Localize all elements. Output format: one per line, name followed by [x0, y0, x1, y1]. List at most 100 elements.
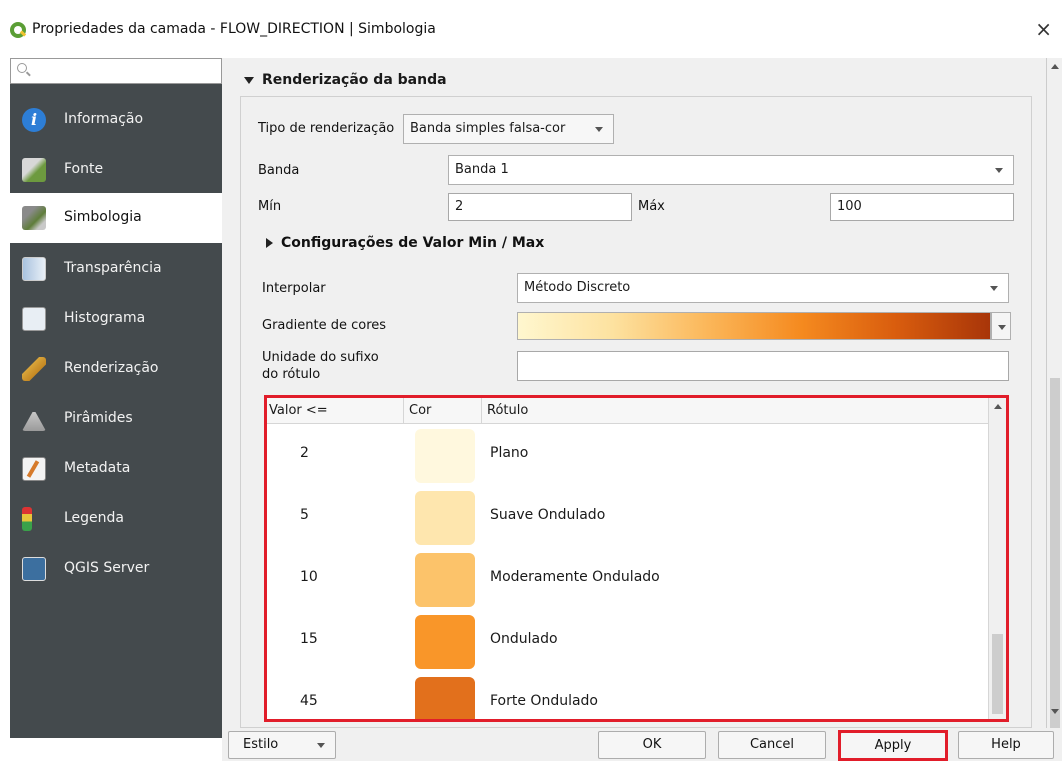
- class-label[interactable]: Forte Ondulado: [490, 693, 598, 709]
- info-icon: [22, 108, 46, 132]
- minmax-settings-header[interactable]: Configurações de Valor Min / Max: [266, 235, 544, 251]
- chevron-down-icon: [998, 325, 1006, 330]
- sidebar-item-label: Simbologia: [64, 209, 142, 225]
- chevron-down-icon: [317, 743, 325, 748]
- transparency-icon: [22, 257, 46, 281]
- help-button[interactable]: Help: [958, 731, 1054, 759]
- class-value[interactable]: 5: [300, 507, 309, 523]
- search-icon: [17, 63, 27, 73]
- sidebar-item-label: Histograma: [64, 310, 146, 326]
- render-type-select[interactable]: Banda simples falsa-cor: [403, 114, 614, 144]
- band-rendering-section-header[interactable]: Renderização da banda: [244, 72, 447, 88]
- min-input[interactable]: 2: [448, 193, 632, 221]
- style-button-label: Estilo: [243, 737, 279, 752]
- table-row[interactable]: 2 Plano: [267, 425, 988, 487]
- color-ramp-menu-button[interactable]: [991, 312, 1011, 340]
- sidebar-item-histograma[interactable]: Histograma: [10, 294, 222, 344]
- close-icon[interactable]: ×: [1035, 17, 1052, 41]
- suffix-label-line1: Unidade do sufixo: [262, 350, 379, 365]
- title-bar: Propriedades da camada - FLOW_DIRECTION …: [0, 0, 1062, 58]
- color-ramp-button[interactable]: [517, 312, 991, 340]
- column-header-label[interactable]: Rótulo: [487, 403, 528, 418]
- chevron-down-icon: [595, 127, 603, 132]
- max-label: Máx: [638, 199, 665, 214]
- sidebar-item-label: Legenda: [64, 510, 125, 526]
- class-value[interactable]: 2: [300, 445, 309, 461]
- table-row[interactable]: 15 Ondulado: [267, 611, 988, 673]
- band-select[interactable]: Banda 1: [448, 155, 1014, 185]
- color-ramp-label: Gradiente de cores: [262, 318, 387, 333]
- window-title: Propriedades da camada - FLOW_DIRECTION …: [32, 21, 436, 37]
- class-label[interactable]: Plano: [490, 445, 528, 461]
- sidebar-item-informacao[interactable]: Informação: [10, 95, 222, 145]
- sidebar-item-piramides[interactable]: Pirâmides: [10, 394, 222, 444]
- classes-table: Valor <= Cor Rótulo 2 Plano 5 Suave Ondu…: [264, 395, 1009, 722]
- chevron-down-icon: [990, 286, 998, 291]
- sidebar-item-fonte[interactable]: Fonte: [10, 145, 222, 195]
- scroll-thumb[interactable]: [992, 634, 1003, 714]
- metadata-icon: [22, 457, 46, 481]
- interpolate-select[interactable]: Método Discreto: [517, 273, 1009, 303]
- sidebar-item-label: Renderização: [64, 360, 159, 376]
- column-divider: [481, 398, 482, 424]
- sidebar-item-metadata[interactable]: Metadata: [10, 444, 222, 494]
- class-color-swatch[interactable]: [415, 615, 475, 669]
- column-header-color[interactable]: Cor: [409, 403, 431, 418]
- scroll-up-icon[interactable]: [1051, 64, 1059, 69]
- rendering-icon: [22, 357, 46, 381]
- ok-button[interactable]: OK: [598, 731, 706, 759]
- legend-icon: [22, 507, 32, 531]
- class-label[interactable]: Ondulado: [490, 631, 558, 647]
- band-value: Banda 1: [455, 162, 509, 177]
- max-input[interactable]: 100: [830, 193, 1014, 221]
- min-label: Mín: [258, 199, 282, 214]
- sidebar-item-label: Fonte: [64, 161, 104, 177]
- pyramids-icon: [22, 409, 46, 431]
- sidebar-item-label: Pirâmides: [64, 410, 133, 426]
- collapse-arrow-icon: [244, 76, 254, 84]
- sidebar-item-label: Informação: [64, 111, 144, 127]
- scroll-up-icon[interactable]: [994, 404, 1002, 409]
- class-value[interactable]: 10: [300, 569, 318, 585]
- sidebar-item-label: QGIS Server: [64, 560, 150, 576]
- style-button[interactable]: Estilo: [228, 731, 336, 759]
- suffix-label-line2: do rótulo: [262, 367, 321, 382]
- class-value[interactable]: 45: [300, 693, 318, 709]
- table-header: Valor <= Cor Rótulo: [267, 398, 988, 424]
- class-value[interactable]: 15: [300, 631, 318, 647]
- sidebar-item-renderizacao[interactable]: Renderização: [10, 344, 222, 394]
- column-header-value[interactable]: Valor <=: [269, 403, 328, 418]
- band-label: Banda: [258, 163, 300, 178]
- section-title: Renderização da banda: [262, 72, 447, 88]
- class-label[interactable]: Moderamente Ondulado: [490, 569, 660, 585]
- cancel-button[interactable]: Cancel: [718, 731, 826, 759]
- histogram-icon: [22, 307, 46, 331]
- scroll-thumb[interactable]: [1050, 378, 1060, 758]
- table-scrollbar[interactable]: [988, 398, 1006, 719]
- column-divider: [403, 398, 404, 424]
- class-color-swatch[interactable]: [415, 491, 475, 545]
- minmax-settings-title: Configurações de Valor Min / Max: [281, 235, 545, 251]
- sidebar-item-qgis-server[interactable]: QGIS Server: [10, 544, 222, 594]
- qgis-logo-icon: [10, 22, 26, 38]
- class-color-swatch[interactable]: [415, 429, 475, 483]
- sidebar-item-transparencia[interactable]: Transparência: [10, 244, 222, 294]
- class-color-swatch[interactable]: [415, 553, 475, 607]
- qgis-server-icon: [22, 557, 46, 581]
- table-row[interactable]: 5 Suave Ondulado: [267, 487, 988, 549]
- render-type-value: Banda simples falsa-cor: [410, 121, 566, 136]
- table-row[interactable]: 45 Forte Ondulado: [267, 673, 988, 719]
- sidebar-search-input[interactable]: [10, 58, 222, 84]
- chevron-down-icon: [995, 168, 1003, 173]
- class-color-swatch[interactable]: [415, 677, 475, 719]
- suffix-input[interactable]: [517, 351, 1009, 381]
- interpolate-value: Método Discreto: [524, 280, 631, 295]
- interpolate-label: Interpolar: [262, 281, 326, 296]
- sidebar-item-simbologia[interactable]: Simbologia: [10, 193, 222, 243]
- panel-scrollbar[interactable]: [1046, 58, 1062, 758]
- table-row[interactable]: 10 Moderamente Ondulado: [267, 549, 988, 611]
- class-label[interactable]: Suave Ondulado: [490, 507, 605, 523]
- sidebar-item-legenda[interactable]: Legenda: [10, 494, 222, 544]
- scroll-down-icon[interactable]: [1051, 709, 1059, 714]
- symbology-icon: [22, 206, 46, 230]
